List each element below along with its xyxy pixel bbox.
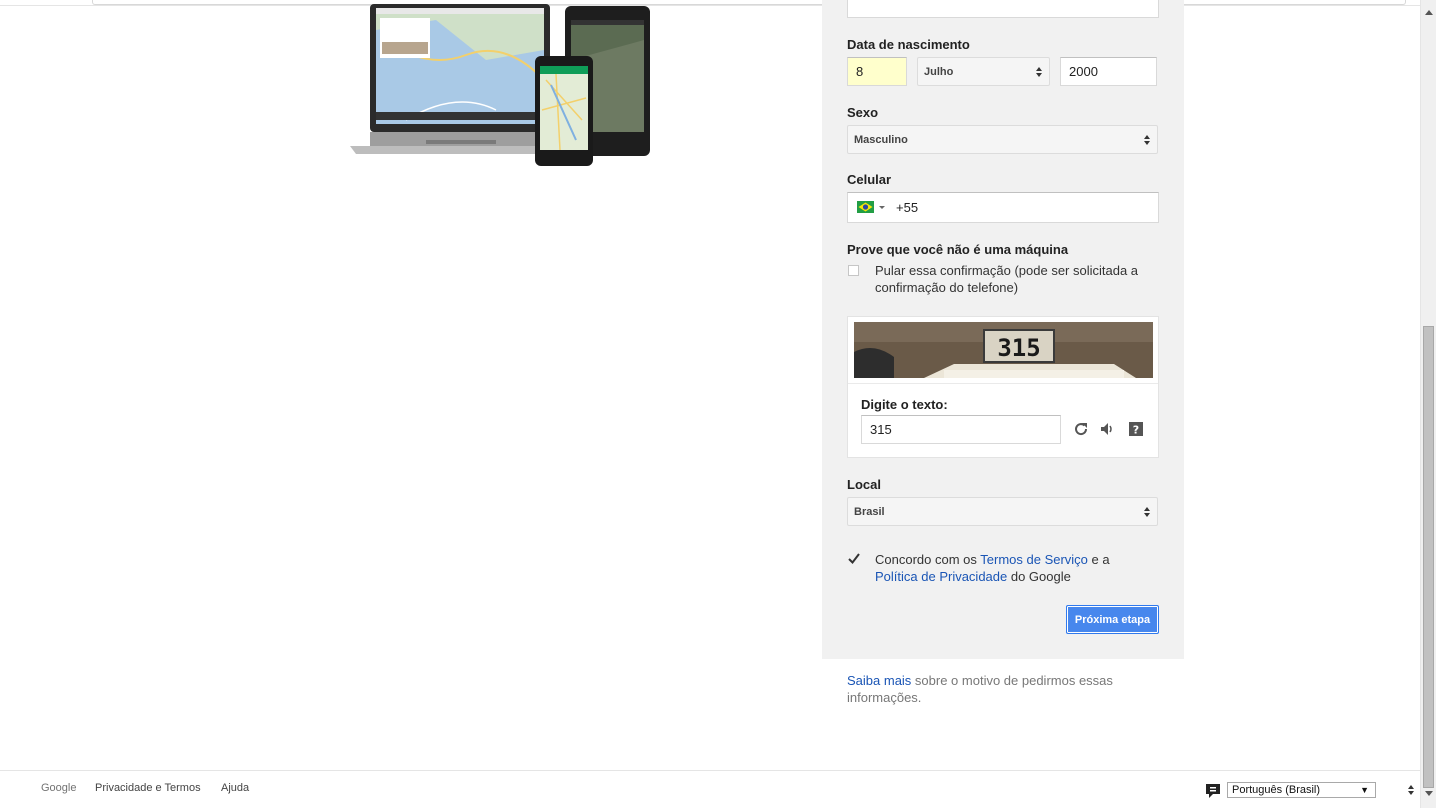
language-chat-icon — [1206, 784, 1220, 798]
footer: Google Privacidade e Termos Ajuda Portug… — [0, 770, 1420, 809]
birthdate-label: Data de nascimento — [847, 37, 970, 52]
captcha-image-text: 315 — [997, 334, 1040, 362]
previous-field-input[interactable] — [847, 0, 1159, 18]
skip-text-line2: confirmação do telefone) — [875, 280, 1019, 295]
location-select[interactable]: Brasil — [847, 497, 1158, 526]
birth-month-value: Julho — [924, 65, 954, 78]
gender-select[interactable]: Masculino — [847, 125, 1158, 154]
captcha-input-label: Digite o texto: — [861, 397, 948, 412]
select-arrows-icon — [1144, 134, 1150, 145]
browser-top-edge — [0, 0, 1420, 6]
footer-privacy-terms-link[interactable]: Privacidade e Termos — [95, 782, 201, 794]
captcha-section-label: Prove que você não é uma máquina — [847, 242, 1069, 257]
browser-ledge — [92, 0, 1406, 5]
terms-checkbox[interactable] — [847, 552, 861, 566]
page-scroll-arrows-icon[interactable] — [1406, 784, 1416, 796]
location-label: Local — [847, 477, 881, 492]
birth-month-select[interactable]: Julho — [917, 57, 1050, 86]
devices-illustration — [350, 4, 650, 166]
dropdown-triangle-icon: ▼ — [1360, 785, 1369, 795]
audio-icon[interactable] — [1099, 421, 1115, 437]
captcha-input[interactable]: 315 — [861, 415, 1061, 444]
footer-help-link[interactable]: Ajuda — [221, 782, 249, 794]
checkmark-icon — [848, 553, 860, 565]
terms-text-after: do Google — [1007, 569, 1071, 584]
vertical-scrollbar[interactable] — [1420, 0, 1436, 808]
next-step-button[interactable]: Próxima etapa — [1066, 605, 1159, 634]
skip-verification-text: Pular essa confirmação (pode ser solicit… — [875, 262, 1138, 296]
country-code: +55 — [896, 200, 919, 215]
info-text-line1: sobre o motivo de pedirmos essas — [911, 673, 1113, 688]
brazil-flag-icon[interactable] — [857, 201, 874, 213]
select-arrows-icon — [1144, 506, 1150, 517]
gender-label: Sexo — [847, 105, 879, 120]
svg-text:?: ? — [1133, 424, 1139, 437]
gender-value: Masculino — [854, 133, 908, 146]
select-arrows-icon — [1036, 66, 1042, 77]
info-text: Saiba mais sobre o motivo de pedirmos es… — [847, 672, 1147, 706]
country-dropdown-caret-icon[interactable] — [879, 206, 885, 209]
language-value: Português (Brasil) — [1232, 784, 1321, 796]
birth-day-input[interactable]: 8 — [847, 57, 907, 86]
mobile-label: Celular — [847, 172, 892, 187]
refresh-icon[interactable] — [1073, 421, 1089, 437]
language-select[interactable]: Português (Brasil) ▼ — [1227, 782, 1376, 798]
footer-google-link[interactable]: Google — [41, 782, 76, 794]
terms-text-middle: e a — [1087, 552, 1110, 567]
mobile-phone-field[interactable]: +55 — [847, 192, 1159, 223]
terms-of-service-link[interactable]: Termos de Serviço — [980, 552, 1088, 567]
scroll-thumb[interactable] — [1423, 326, 1434, 788]
privacy-policy-link[interactable]: Política de Privacidade — [875, 569, 1007, 584]
scroll-up-arrow-icon[interactable] — [1425, 10, 1433, 15]
captcha-separator — [848, 383, 1158, 384]
location-value: Brasil — [854, 505, 885, 518]
birth-year-input[interactable]: 2000 — [1060, 57, 1157, 86]
scroll-down-arrow-icon[interactable] — [1425, 791, 1433, 796]
skip-text-line1: Pular essa confirmação (pode ser solicit… — [875, 263, 1139, 278]
info-text-line2: informações. — [847, 690, 922, 705]
captcha-image: 315 — [854, 322, 1153, 378]
learn-more-link[interactable]: Saiba mais — [847, 673, 911, 688]
terms-text: Concordo com os Termos de Serviço e a Po… — [875, 551, 1145, 585]
terms-text-before: Concordo com os — [875, 552, 981, 567]
skip-verification-checkbox[interactable] — [848, 265, 859, 276]
help-icon[interactable]: ? — [1128, 421, 1144, 437]
captcha-box: 315 Digite o texto: 315 ? — [847, 316, 1159, 458]
